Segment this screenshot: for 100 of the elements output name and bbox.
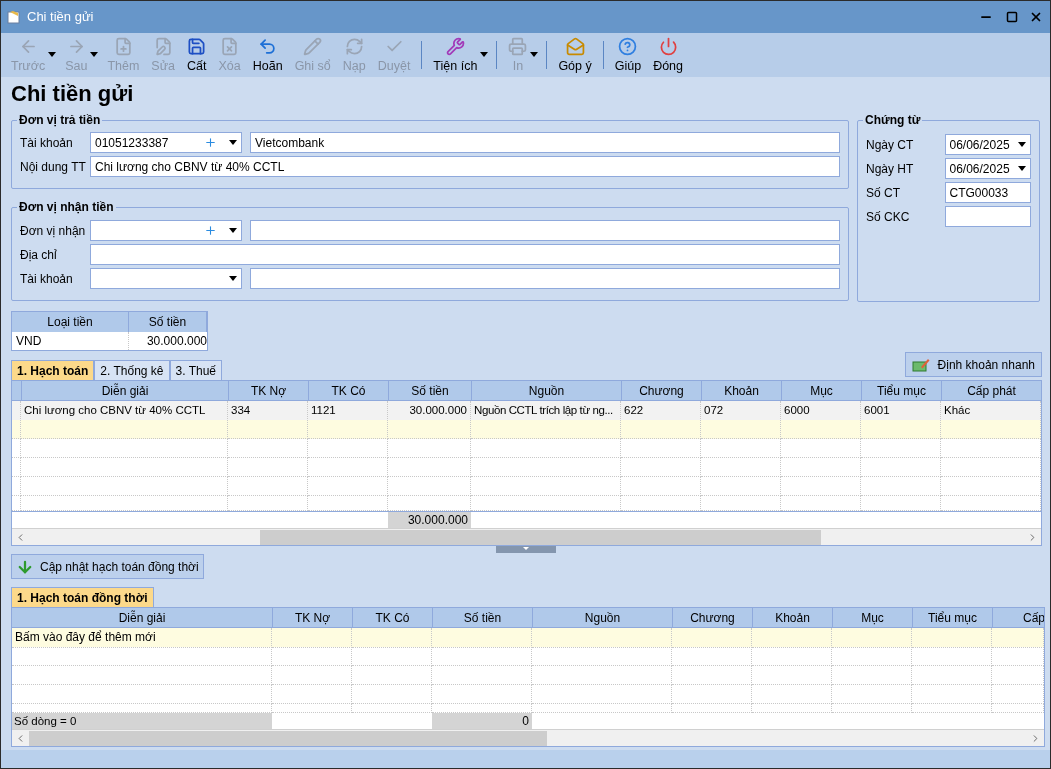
- table-cell[interactable]: [471, 496, 621, 511]
- table-cell[interactable]: [621, 477, 701, 496]
- table-cell[interactable]: [272, 628, 352, 648]
- payee-account-combo[interactable]: [90, 268, 242, 289]
- table-cell[interactable]: [532, 704, 672, 713]
- table-cell[interactable]: [308, 458, 388, 477]
- table-cell[interactable]: [912, 666, 992, 685]
- table-cell[interactable]: [308, 439, 388, 458]
- table-cell[interactable]: [12, 666, 272, 685]
- table-cell[interactable]: [941, 477, 1041, 496]
- table-cell[interactable]: [832, 685, 912, 704]
- table-cell[interactable]: [912, 628, 992, 648]
- table-cell[interactable]: [912, 685, 992, 704]
- close-icon[interactable]: [1029, 10, 1043, 24]
- tab[interactable]: 1. Hạch toán đồng thời: [11, 587, 154, 607]
- table-cell[interactable]: [912, 647, 992, 666]
- tab[interactable]: 1. Hạch toán: [11, 360, 95, 380]
- table-cell[interactable]: [832, 647, 912, 666]
- table-cell[interactable]: [532, 628, 672, 648]
- table-cell[interactable]: [992, 685, 1044, 704]
- splitter-handle[interactable]: [495, 546, 556, 553]
- update-button[interactable]: Cập nhật hạch toán đồng thời: [11, 554, 204, 579]
- payee-bank-field[interactable]: [250, 268, 840, 289]
- toolbar-button[interactable]: Đóng: [647, 35, 690, 75]
- table-cell[interactable]: [12, 647, 272, 666]
- table-cell[interactable]: [388, 420, 471, 439]
- table-cell[interactable]: [471, 477, 621, 496]
- table-cell[interactable]: [272, 704, 352, 713]
- table-cell[interactable]: [621, 439, 701, 458]
- table-cell[interactable]: [21, 439, 228, 458]
- table-cell[interactable]: [941, 439, 1041, 458]
- add-icon[interactable]: [204, 224, 217, 237]
- table-cell[interactable]: [861, 496, 941, 511]
- table-cell[interactable]: [781, 458, 861, 477]
- table-cell[interactable]: [861, 477, 941, 496]
- table-cell[interactable]: [308, 496, 388, 511]
- table-cell[interactable]: [672, 704, 752, 713]
- table-cell[interactable]: [21, 458, 228, 477]
- table-cell[interactable]: [388, 496, 471, 511]
- table-cell[interactable]: [672, 666, 752, 685]
- tab[interactable]: 3. Thuế: [169, 360, 222, 380]
- address-field[interactable]: [90, 244, 840, 265]
- table-cell[interactable]: [532, 685, 672, 704]
- table-cell[interactable]: [992, 628, 1044, 648]
- table-row[interactable]: Chi lương cho CBNV từ 40% CCTL 334 1121 30.000.000 Nguồn CCTL trích lập từ ng... 622 072 6000 6001 Khác: [12, 401, 1041, 420]
- date-picker[interactable]: 06/06/2025: [944, 158, 1031, 179]
- table-cell[interactable]: [308, 420, 388, 439]
- table-cell[interactable]: [701, 496, 781, 511]
- table-cell[interactable]: [861, 439, 941, 458]
- table-cell[interactable]: [272, 647, 352, 666]
- table-cell[interactable]: [471, 439, 621, 458]
- table-cell[interactable]: [752, 666, 832, 685]
- table-cell[interactable]: [21, 477, 228, 496]
- table-cell[interactable]: [432, 666, 532, 685]
- tab[interactable]: 2. Thống kê: [94, 360, 170, 380]
- horizontal-scrollbar[interactable]: [12, 729, 1044, 746]
- toolbar-button[interactable]: Giúp: [608, 35, 648, 75]
- table-cell[interactable]: [701, 458, 781, 477]
- table-cell[interactable]: [781, 477, 861, 496]
- table-cell[interactable]: [12, 685, 272, 704]
- table-cell[interactable]: [781, 496, 861, 511]
- table-cell[interactable]: [832, 666, 912, 685]
- table-cell[interactable]: [941, 458, 1041, 477]
- table-cell[interactable]: [701, 439, 781, 458]
- table-cell[interactable]: [308, 477, 388, 496]
- table-cell[interactable]: [228, 496, 308, 511]
- table-cell[interactable]: [272, 666, 352, 685]
- quick-entry-button[interactable]: Định khoản nhanh: [904, 352, 1042, 377]
- table-cell[interactable]: [432, 647, 532, 666]
- table-cell[interactable]: [532, 647, 672, 666]
- table-cell[interactable]: [432, 628, 532, 648]
- dropdown-caret-icon[interactable]: [480, 52, 489, 57]
- add-icon[interactable]: [204, 136, 217, 149]
- voucher-number-field[interactable]: [944, 206, 1031, 227]
- table-cell[interactable]: [701, 477, 781, 496]
- table-cell[interactable]: [861, 420, 941, 439]
- horizontal-scrollbar[interactable]: [12, 528, 1041, 545]
- table-cell[interactable]: [781, 420, 861, 439]
- table-cell[interactable]: [228, 439, 308, 458]
- payee-name-field[interactable]: [250, 220, 840, 241]
- table-cell[interactable]: [672, 647, 752, 666]
- table-cell[interactable]: [352, 685, 432, 704]
- table-cell[interactable]: [621, 496, 701, 511]
- table-cell[interactable]: [228, 420, 308, 439]
- table-cell[interactable]: [672, 628, 752, 648]
- table-cell[interactable]: [621, 420, 701, 439]
- maximize-icon[interactable]: [1006, 11, 1018, 23]
- table-cell[interactable]: [992, 666, 1044, 685]
- toolbar-button[interactable]: Hoãn: [246, 35, 289, 75]
- toolbar-button[interactable]: Tiện ích: [427, 35, 492, 75]
- voucher-number-field[interactable]: CTG00033: [944, 182, 1031, 203]
- table-cell[interactable]: [352, 666, 432, 685]
- table-cell[interactable]: [752, 685, 832, 704]
- table-cell[interactable]: [21, 496, 228, 511]
- table-cell[interactable]: [672, 685, 752, 704]
- date-picker[interactable]: 06/06/2025: [944, 134, 1031, 155]
- table-cell[interactable]: [388, 477, 471, 496]
- table-cell[interactable]: [832, 628, 912, 648]
- table-cell[interactable]: [432, 685, 532, 704]
- table-cell[interactable]: [352, 704, 432, 713]
